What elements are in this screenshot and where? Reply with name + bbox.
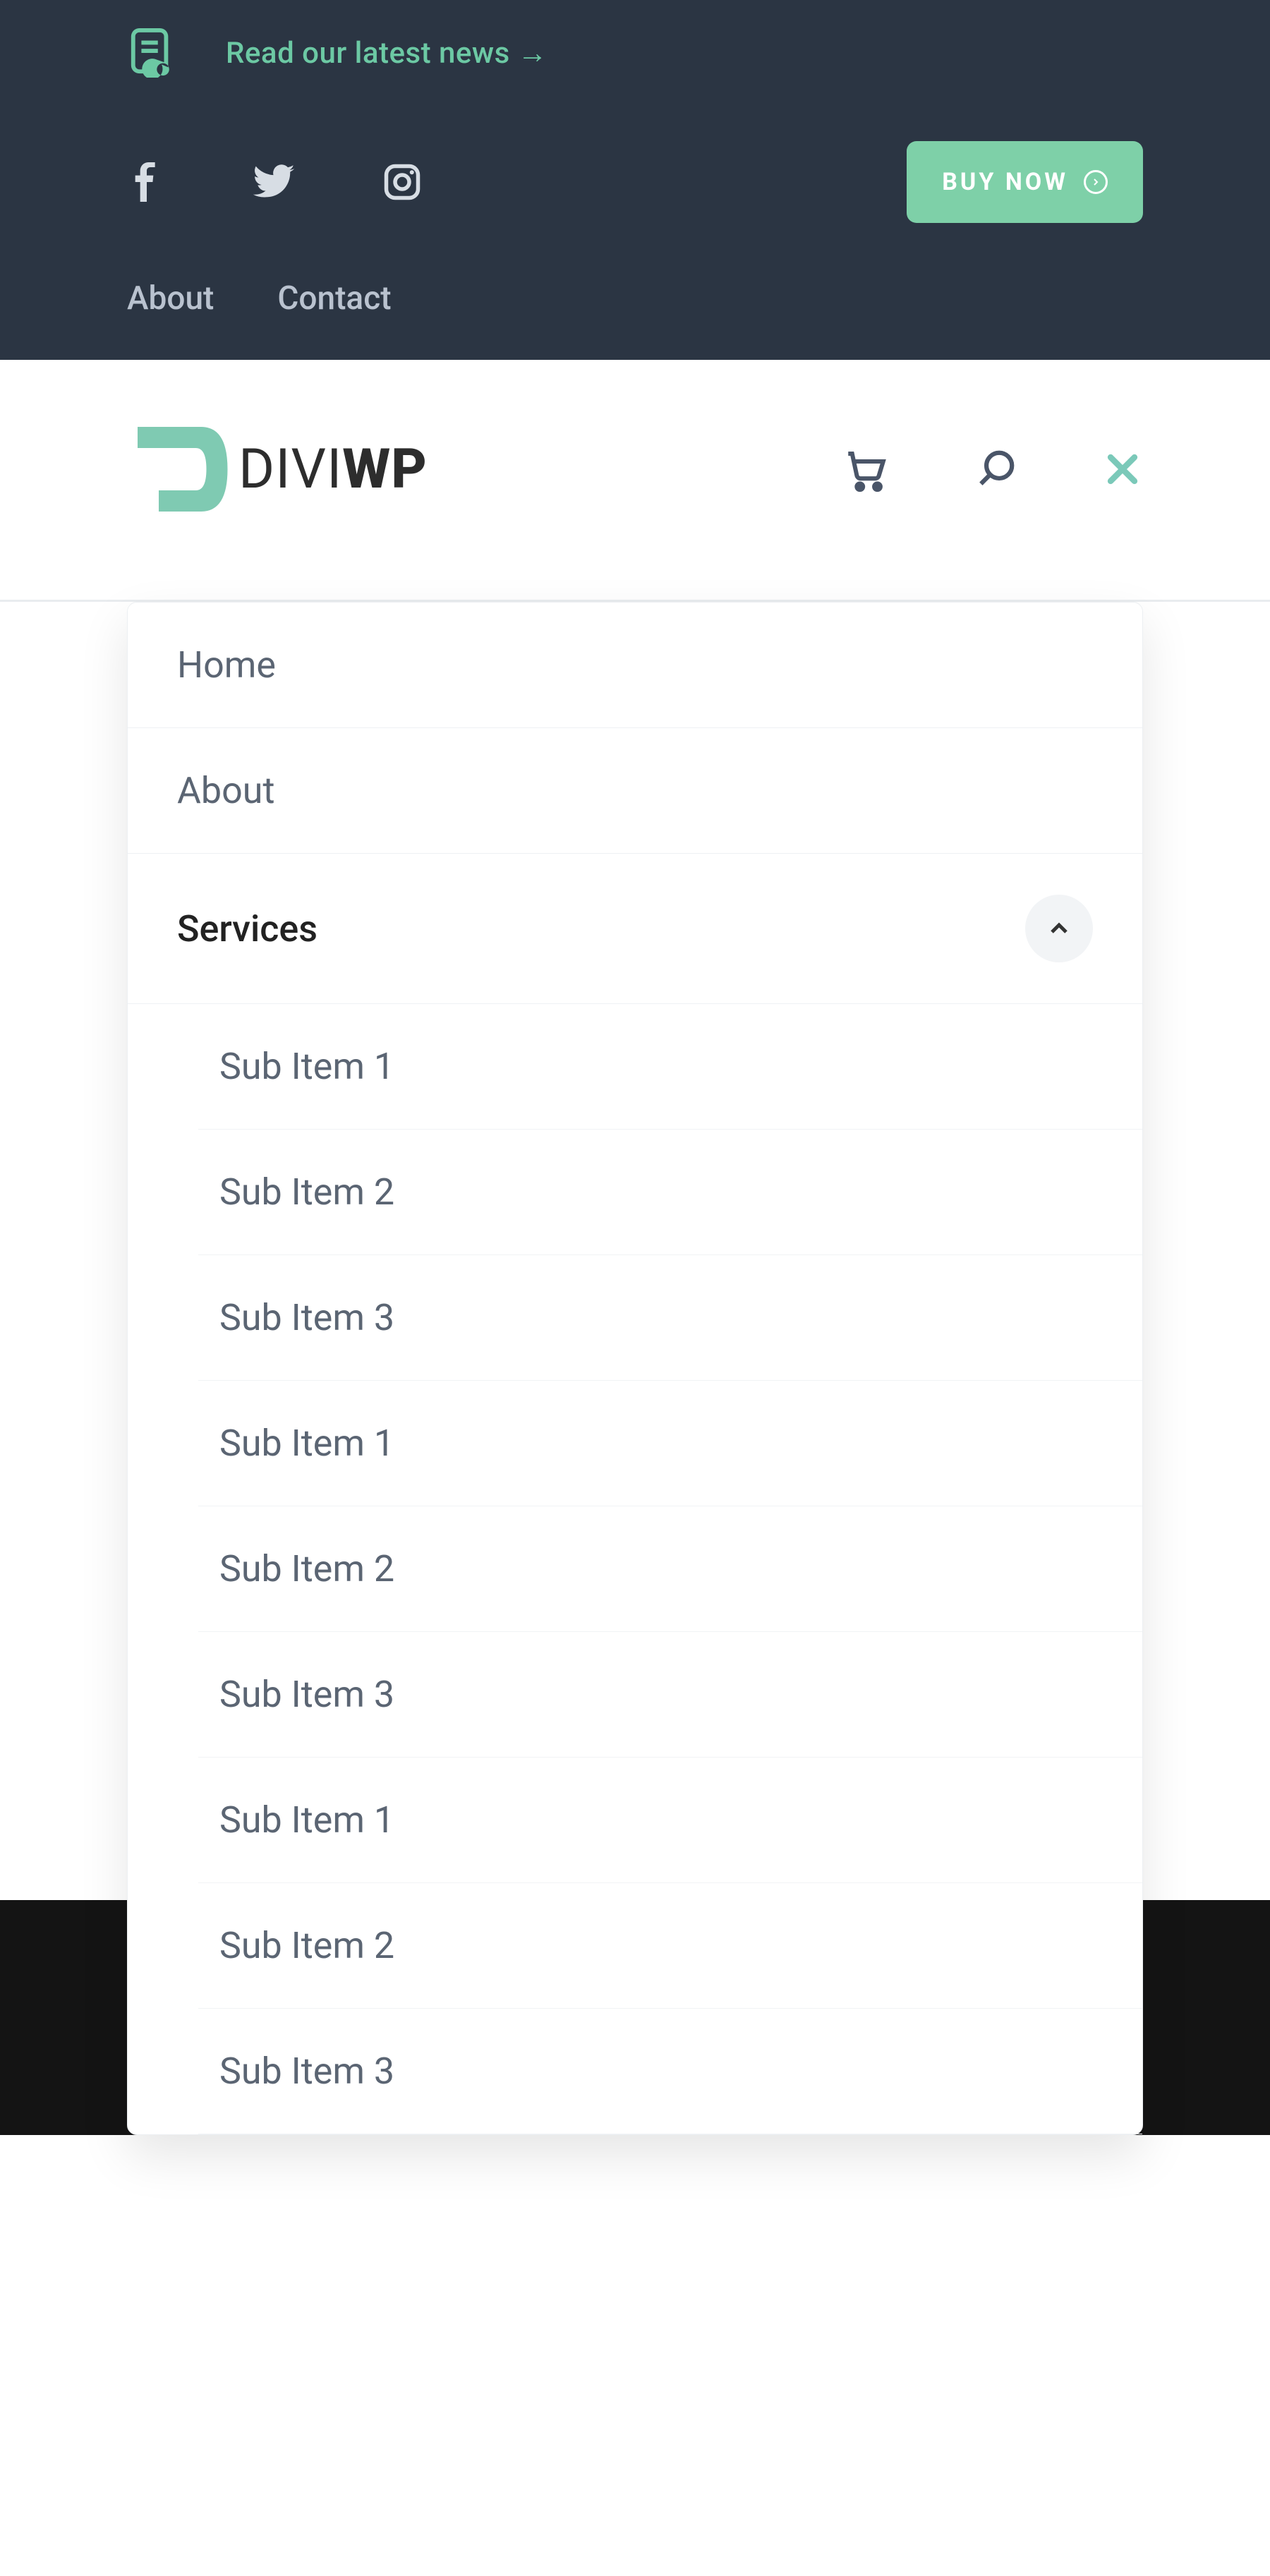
topbar-nav: About Contact: [127, 279, 1143, 318]
submenu-item[interactable]: Sub Item 1: [198, 1381, 1142, 1506]
close-icon[interactable]: [1102, 449, 1143, 490]
logo-text-bold: WP: [342, 437, 428, 502]
cart-icon[interactable]: [842, 446, 889, 492]
header-icon-group: [842, 446, 1143, 492]
topbar: Read our latest news → BUY NOW About Con…: [0, 0, 1270, 360]
announcement-row: Read our latest news →: [127, 28, 1143, 78]
menu-item-about[interactable]: About: [128, 728, 1142, 854]
menu-item-label: Services: [177, 907, 318, 950]
arrow-circle-icon: [1084, 170, 1108, 194]
logo-mark-icon: [127, 416, 233, 522]
mobile-menu: Home About Services Sub Item 1 Sub Item …: [127, 602, 1143, 2135]
menu-item-home[interactable]: Home: [128, 603, 1142, 728]
site-logo[interactable]: DIVIWP: [127, 416, 428, 522]
news-link[interactable]: Read our latest news →: [226, 36, 548, 71]
page-lower: Home About Services Sub Item 1 Sub Item …: [0, 602, 1270, 2135]
topbar-nav-contact[interactable]: Contact: [277, 279, 391, 318]
submenu-item[interactable]: Sub Item 1: [198, 1004, 1142, 1130]
buy-now-button[interactable]: BUY NOW: [907, 141, 1143, 223]
news-document-icon: [127, 28, 176, 78]
services-submenu: Sub Item 1 Sub Item 2 Sub Item 3 Sub Ite…: [128, 1004, 1142, 2134]
submenu-item[interactable]: Sub Item 3: [198, 1632, 1142, 1758]
facebook-icon[interactable]: [127, 162, 167, 202]
collapse-toggle[interactable]: [1025, 895, 1093, 962]
logo-text-light: DIVI: [238, 437, 342, 502]
chevron-up-icon: [1045, 914, 1073, 943]
instagram-icon[interactable]: [381, 161, 423, 203]
menu-item-label: Home: [177, 643, 276, 687]
topbar-actions-row: BUY NOW: [127, 141, 1143, 223]
submenu-item[interactable]: Sub Item 2: [198, 1883, 1142, 2009]
menu-item-services[interactable]: Services: [128, 854, 1142, 1004]
submenu-item[interactable]: Sub Item 3: [198, 2009, 1142, 2134]
submenu-item[interactable]: Sub Item 3: [198, 1255, 1142, 1381]
submenu-item[interactable]: Sub Item 2: [198, 1506, 1142, 1632]
buy-now-label: BUY NOW: [942, 168, 1068, 196]
submenu-item[interactable]: Sub Item 1: [198, 1758, 1142, 1883]
submenu-item[interactable]: Sub Item 2: [198, 1130, 1142, 1255]
logo-text: DIVIWP: [238, 437, 428, 502]
social-links: [127, 159, 423, 205]
menu-item-label: About: [177, 769, 274, 812]
site-header: DIVIWP: [0, 360, 1270, 602]
topbar-nav-about[interactable]: About: [127, 279, 214, 318]
twitter-icon[interactable]: [251, 159, 296, 205]
search-icon[interactable]: [974, 447, 1017, 491]
